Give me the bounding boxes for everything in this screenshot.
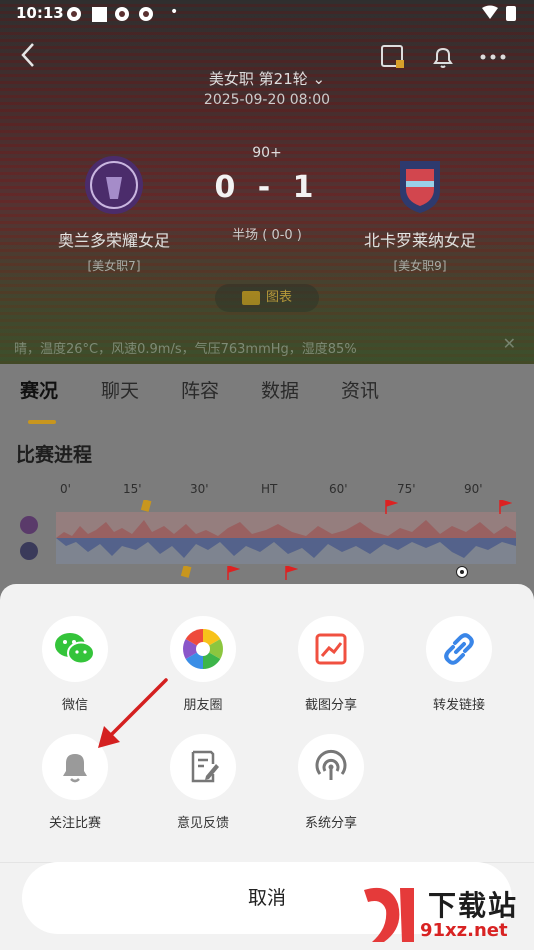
- momentum-timeline: [56, 512, 516, 564]
- match-datetime: 2025-09-20 08:00: [203, 92, 331, 108]
- yellow-card-icon: [140, 500, 152, 512]
- tick-label: 0': [60, 482, 71, 496]
- status-time: 10:13: [16, 4, 64, 22]
- share-label: 关注比赛: [48, 816, 101, 831]
- away-team[interactable]: 北卡罗莱纳女足 [美女职9]: [330, 155, 510, 274]
- share-label: 意见反馈: [176, 816, 229, 831]
- home-team-name: 奥兰多荣耀女足: [57, 231, 170, 250]
- tab-news[interactable]: 资讯: [341, 376, 379, 403]
- share-label: 截图分享: [304, 698, 357, 713]
- corner-flag-icon: [385, 500, 398, 514]
- chevron-down-icon: ⌄: [312, 70, 326, 88]
- tick-label: 15': [123, 482, 142, 496]
- home-team-rank: [美女职7]: [87, 259, 141, 273]
- tab-bar: 赛况 聊天 阵容 数据 资讯: [0, 374, 534, 424]
- share-label: 朋友圈: [183, 698, 223, 713]
- chart-button[interactable]: 图表: [215, 284, 319, 312]
- share-moments[interactable]: 朋友圈: [153, 616, 253, 713]
- away-team-name: 北卡罗莱纳女足: [363, 231, 476, 250]
- share-label: 转发链接: [432, 698, 485, 713]
- more-icon[interactable]: [478, 44, 506, 70]
- tick-label: 90': [464, 482, 483, 496]
- weather-info: 晴，温度26°C，风速0.9m/s，气压763mmHg，湿度85%: [14, 342, 357, 357]
- chart-button-label: 图表: [265, 290, 292, 305]
- league-round[interactable]: 美女职 第21轮 ⌄: [0, 68, 534, 89]
- tab-lineup[interactable]: 阵容: [181, 376, 219, 403]
- share-link[interactable]: 转发链接: [409, 616, 509, 713]
- away-team-rank: [美女职9]: [393, 259, 447, 273]
- tick-label: HT: [261, 482, 278, 496]
- tab-stats[interactable]: 数据: [261, 376, 299, 403]
- away-team-mini-crest: [20, 542, 38, 560]
- progress-title: 比赛进程: [16, 444, 93, 466]
- status-dot: •: [170, 4, 179, 20]
- follow-match[interactable]: 关注比赛: [25, 734, 125, 831]
- tick-label: 30': [190, 482, 209, 496]
- wechat-icon: [42, 616, 108, 682]
- watermark-logo-icon: [364, 887, 414, 942]
- corner-flag-icon: [227, 566, 240, 580]
- close-icon[interactable]: ✕: [503, 334, 516, 353]
- corner-flag-icon: [499, 500, 512, 514]
- screenshot-icon[interactable]: [380, 44, 406, 70]
- screenshot-share-icon: [298, 616, 364, 682]
- link-icon: [426, 616, 492, 682]
- share-label: 系统分享: [304, 816, 357, 831]
- system-share-icon: [298, 734, 364, 800]
- away-team-crest: [390, 155, 450, 215]
- feedback-icon: [170, 734, 236, 800]
- feedback[interactable]: 意见反馈: [153, 734, 253, 831]
- bell-icon[interactable]: [430, 44, 456, 70]
- share-wechat[interactable]: 微信: [25, 616, 125, 713]
- tab-indicator: [28, 420, 56, 424]
- chart-icon: [241, 290, 260, 305]
- watermark-url: 91xz.net: [420, 920, 508, 941]
- system-status-icons: [480, 4, 520, 26]
- league-round-label: 美女职 第21轮: [208, 70, 308, 88]
- notification-icons: [66, 5, 166, 27]
- watermark: 下载站 91xz.net: [358, 884, 526, 946]
- tick-label: 75': [397, 482, 416, 496]
- corner-flag-icon: [285, 566, 298, 580]
- yellow-card-icon: [180, 566, 192, 578]
- watermark-title: 下载站: [428, 889, 519, 922]
- tab-overview[interactable]: 赛况: [20, 376, 58, 403]
- share-label: 微信: [61, 698, 88, 713]
- moments-icon: [170, 616, 236, 682]
- match-header: 10:13 • 美女职 第21轮 ⌄ 2025-09-20 08:00 奥兰多荣…: [0, 0, 534, 364]
- tick-label: 60': [329, 482, 348, 496]
- share-screenshot[interactable]: 截图分享: [281, 616, 381, 713]
- bell-icon: [42, 734, 108, 800]
- status-bar: 10:13 •: [0, 0, 534, 28]
- home-team-mini-crest: [20, 516, 38, 534]
- tab-chat[interactable]: 聊天: [101, 376, 139, 403]
- system-share[interactable]: 系统分享: [281, 734, 381, 831]
- goal-ball-icon: [456, 566, 468, 578]
